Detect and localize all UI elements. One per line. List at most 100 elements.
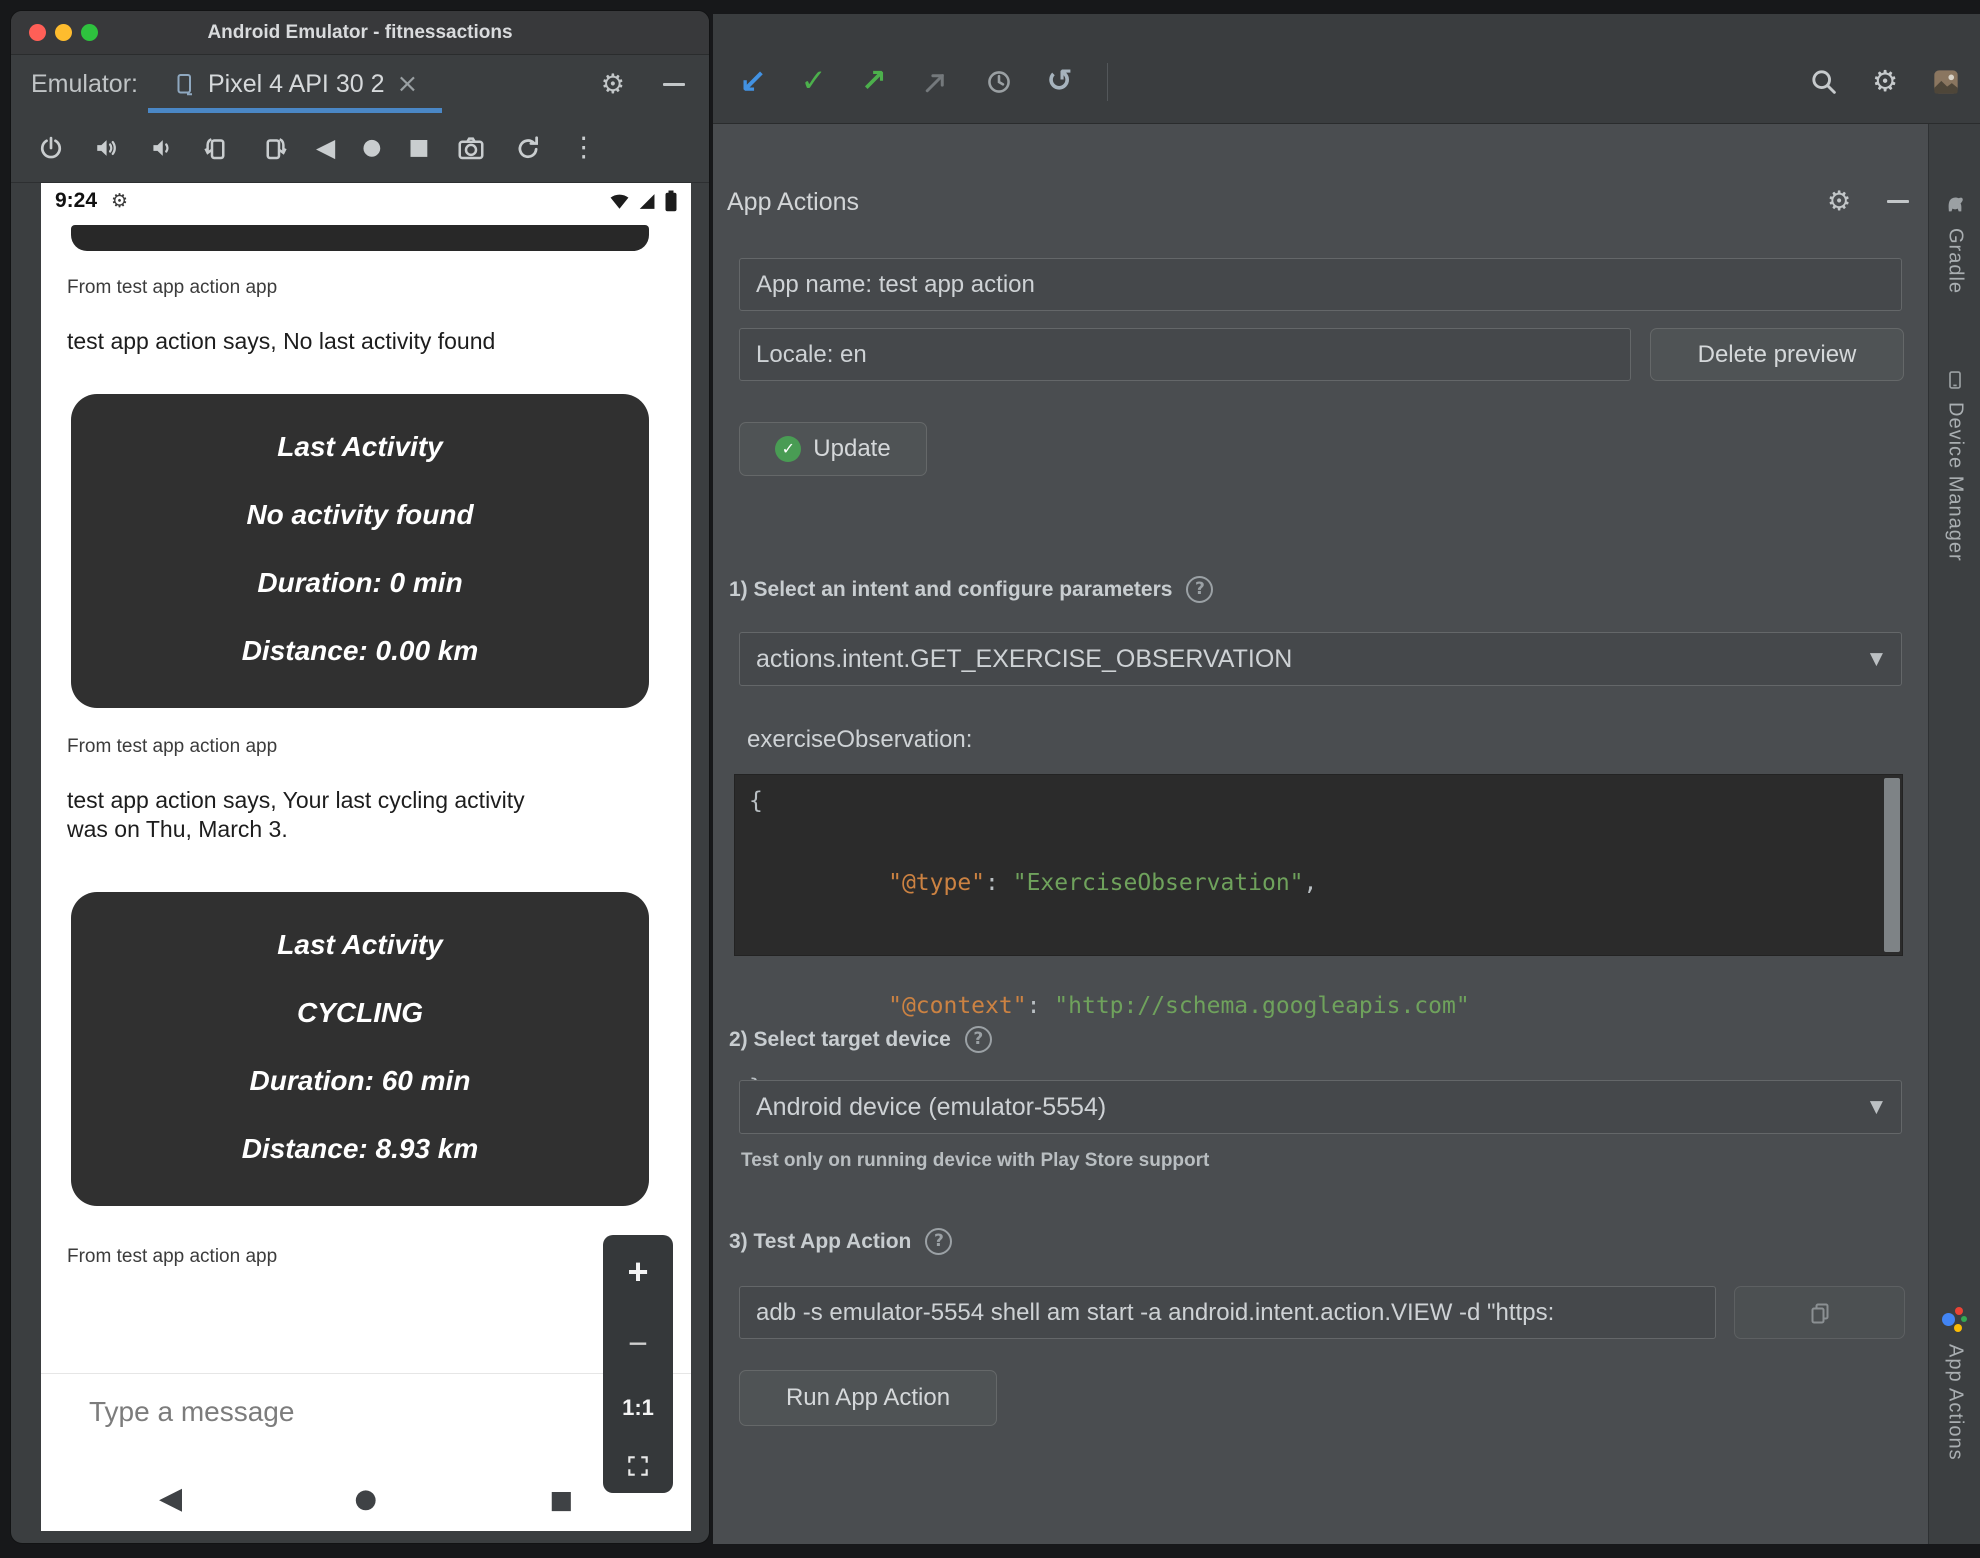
card-distance: Distance: 8.93 km: [241, 1133, 479, 1164]
app-actions-panel: App Actions ⚙ Delete preview ✓ Update 1)…: [713, 124, 1928, 1544]
message-input[interactable]: [41, 1379, 691, 1445]
snapshots-icon[interactable]: [513, 133, 543, 163]
help-icon[interactable]: ?: [925, 1228, 953, 1255]
rotate-right-icon[interactable]: [259, 133, 289, 163]
device-tab-label: Pixel 4 API 30 2: [207, 69, 385, 98]
toolbar-separator: [1106, 62, 1108, 101]
screenshot-camera-icon[interactable]: [456, 133, 486, 163]
wifi-icon: [609, 193, 630, 210]
window-title: Android Emulator - fitnessactions: [207, 21, 513, 43]
battery-icon: [665, 190, 677, 212]
history-clock-icon[interactable]: [985, 68, 1013, 96]
copy-command-button[interactable]: [1734, 1286, 1905, 1339]
step-into-icon[interactable]: ↙: [739, 65, 767, 98]
device-tab[interactable]: Pixel 4 API 30 2 ×: [147, 55, 443, 113]
message-sender: From test app action app: [67, 736, 278, 757]
section-intent-text: 1) Select an intent and configure parame…: [729, 577, 1173, 601]
fit-screen-button[interactable]: [625, 1453, 651, 1479]
phone-status-bar: 9:24 ⚙: [41, 183, 691, 219]
zoom-in-button[interactable]: +: [627, 1251, 648, 1293]
search-icon[interactable]: [1809, 67, 1838, 96]
profile-image-icon[interactable]: [1932, 68, 1960, 96]
editor-scrollbar[interactable]: [1884, 778, 1900, 952]
phone-screen: 9:24 ⚙ From test app action app test app…: [41, 183, 691, 1531]
card-activity: CYCLING: [297, 997, 423, 1028]
nav-overview-toolbar-icon[interactable]: ■: [408, 136, 429, 159]
nav-home-button[interactable]: ●: [354, 1486, 377, 1512]
emulator-tab-bar: Emulator: Pixel 4 API 30 2 × ⚙: [11, 55, 709, 113]
panel-title: App Actions: [727, 188, 860, 216]
card-duration: Duration: 0 min: [257, 567, 463, 598]
settings-gear-icon[interactable]: ⚙: [1872, 67, 1898, 96]
gradle-icon: [1944, 194, 1966, 216]
emulator-control-toolbar: ◀ ● ■ ⋮: [11, 113, 709, 183]
update-label: Update: [813, 435, 891, 462]
json-key: "@context": [888, 993, 1027, 1019]
emulator-settings-icon[interactable]: ⚙: [601, 71, 625, 98]
nav-home-toolbar-icon[interactable]: ●: [362, 136, 381, 159]
volume-down-icon[interactable]: [147, 134, 175, 162]
panel-minimize-icon[interactable]: [1887, 200, 1910, 203]
emulator-label: Emulator:: [31, 69, 138, 98]
run-to-cursor-icon[interactable]: [921, 67, 951, 97]
nav-back-button[interactable]: ◀: [159, 1484, 182, 1514]
card-title: Last Activity: [277, 929, 443, 960]
section-intent-label: 1) Select an intent and configure parame…: [729, 576, 1214, 603]
update-button[interactable]: ✓ Update: [739, 422, 927, 476]
zoom-window-button[interactable]: [81, 24, 98, 41]
card-activity: No activity found: [246, 499, 474, 530]
zoom-out-button[interactable]: −: [628, 1325, 648, 1364]
tab-close-icon[interactable]: ×: [397, 71, 419, 97]
message-sender: From test app action app: [67, 277, 278, 298]
tool-tab-gradle-label: Gradle: [1944, 228, 1967, 295]
tool-tab-gradle[interactable]: Gradle: [1929, 194, 1980, 294]
close-window-button[interactable]: [29, 24, 46, 41]
json-string: "ExerciseObservation": [1012, 870, 1304, 896]
message-sender: From test app action app: [67, 1246, 278, 1267]
run-app-action-button[interactable]: Run App Action: [739, 1370, 997, 1426]
more-options-icon[interactable]: ⋮: [570, 134, 597, 161]
right-tool-window-bar: Gradle Device Manager App Actions: [1928, 124, 1980, 1544]
chat-message: test app action says, Your last cycling …: [67, 787, 525, 842]
tool-tab-app-actions-label: App Actions: [1944, 1344, 1967, 1461]
tool-tab-device-manager[interactable]: Device Manager: [1929, 370, 1980, 562]
power-icon[interactable]: [37, 134, 65, 162]
traffic-lights: [29, 24, 98, 41]
section-test-label: 3) Test App Action ?: [729, 1228, 953, 1255]
help-icon[interactable]: ?: [1186, 576, 1214, 603]
card-distance: Distance: 0.00 km: [241, 635, 479, 666]
intent-parameter-editor[interactable]: { "@type": "ExerciseObservation", "@cont…: [734, 774, 1903, 1101]
tool-tab-app-actions[interactable]: App Actions: [1929, 1306, 1980, 1461]
undo-icon[interactable]: ↺: [1047, 66, 1073, 97]
target-device-value: Android device (emulator-5554): [756, 1092, 1107, 1121]
json-string: "http://schema.googleapis.com": [1054, 993, 1470, 1019]
signal-icon: [638, 193, 657, 210]
app-name-field[interactable]: [739, 258, 1902, 311]
section-device-label: 2) Select target device ?: [729, 1026, 992, 1053]
tool-tab-device-manager-label: Device Manager: [1944, 402, 1967, 562]
assistant-icon: [1942, 1306, 1968, 1332]
chevron-down-icon: ▼: [1869, 648, 1883, 669]
nav-overview-button[interactable]: ■: [549, 1487, 573, 1512]
locale-field[interactable]: [739, 328, 1631, 381]
adb-command-field[interactable]: [739, 1286, 1716, 1339]
step-out-icon[interactable]: ↗: [861, 66, 887, 97]
parameter-name-label: exerciseObservation:: [747, 726, 973, 753]
zoom-ratio-button[interactable]: 1:1: [622, 1395, 654, 1421]
nav-back-toolbar-icon[interactable]: ◀: [316, 135, 335, 160]
delete-preview-button[interactable]: Delete preview: [1650, 328, 1904, 381]
copy-icon: [1808, 1301, 1832, 1325]
scrolled-card-edge: [71, 225, 649, 251]
help-icon[interactable]: ?: [964, 1026, 992, 1053]
window-titlebar: Android Emulator - fitnessactions: [11, 11, 709, 55]
check-icon[interactable]: ✓: [801, 66, 827, 97]
rotate-left-icon[interactable]: [202, 133, 232, 163]
target-device-dropdown[interactable]: Android device (emulator-5554) ▼: [739, 1080, 1902, 1134]
emulator-minimize-icon[interactable]: [663, 82, 685, 86]
volume-up-icon[interactable]: [92, 134, 120, 162]
emulator-window: Android Emulator - fitnessactions Emulat…: [10, 10, 710, 1544]
panel-settings-icon[interactable]: ⚙: [1827, 188, 1851, 215]
activity-card: Last Activity CYCLING Duration: 60 min D…: [71, 892, 649, 1206]
minimize-window-button[interactable]: [55, 24, 72, 41]
intent-dropdown[interactable]: actions.intent.GET_EXERCISE_OBSERVATION …: [739, 632, 1902, 686]
